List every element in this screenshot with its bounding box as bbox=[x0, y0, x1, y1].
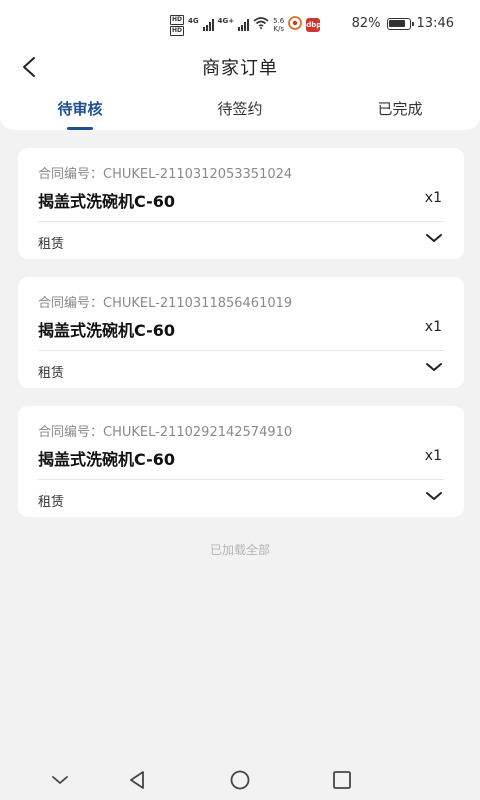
divider bbox=[38, 221, 444, 222]
battery-icon bbox=[386, 17, 414, 30]
contract-label: 合同编号： bbox=[38, 425, 104, 440]
battery-percent: 82% bbox=[351, 16, 381, 31]
expand-button[interactable] bbox=[422, 486, 446, 506]
contract-number: 合同编号：CHUKEL-2110292142574910 bbox=[38, 421, 292, 440]
contract-value: CHUKEL-2110312053351024 bbox=[103, 167, 293, 182]
product-quantity: x1 bbox=[424, 190, 442, 206]
expand-button[interactable] bbox=[422, 357, 446, 377]
order-list: 合同编号：CHUKEL-2110312053351024 揭盖式洗碗机C-60 … bbox=[18, 148, 464, 535]
tab-completed[interactable]: 已完成 bbox=[340, 98, 460, 130]
order-card[interactable]: 合同编号：CHUKEL-2110312053351024 揭盖式洗碗机C-60 … bbox=[18, 148, 464, 259]
chevron-down-icon bbox=[426, 234, 442, 242]
nav-home-button[interactable] bbox=[225, 766, 255, 794]
divider bbox=[38, 350, 444, 351]
wifi-icon bbox=[253, 17, 269, 33]
network-type-label: 4G bbox=[188, 17, 199, 25]
expand-button[interactable] bbox=[422, 228, 446, 248]
tab-label: 待签约 bbox=[217, 100, 263, 118]
cellular-signal-icon bbox=[238, 19, 250, 31]
nav-recents-button[interactable] bbox=[327, 766, 357, 794]
product-name: 揭盖式洗碗机C-60 bbox=[38, 321, 176, 340]
contract-label: 合同编号： bbox=[38, 167, 104, 182]
cellular-signal-icon bbox=[202, 19, 214, 31]
header: 商家订单 待审核 待签约 已完成 bbox=[0, 44, 480, 130]
tab-pending-review[interactable]: 待审核 bbox=[20, 98, 140, 130]
nav-back-button[interactable] bbox=[123, 766, 153, 794]
page-title: 商家订单 bbox=[202, 58, 278, 79]
nav-hide-keyboard-button[interactable] bbox=[45, 766, 75, 794]
order-type: 租赁 bbox=[38, 495, 65, 510]
list-end-text: 已加载全部 bbox=[209, 543, 270, 557]
tab-label: 待审核 bbox=[57, 100, 103, 118]
divider bbox=[38, 479, 444, 480]
signal-group: HD HD 4G 4G+ 5.6 K/s dbp bbox=[170, 14, 321, 36]
notification-app-icon bbox=[288, 16, 303, 34]
product-quantity: x1 bbox=[424, 448, 442, 464]
contract-number: 合同编号：CHUKEL-2110312053351024 bbox=[38, 163, 292, 182]
network-type-label: 4G+ bbox=[217, 17, 235, 25]
square-recents-icon bbox=[333, 771, 351, 789]
product-name: 揭盖式洗碗机C-60 bbox=[38, 450, 176, 469]
chevron-down-icon bbox=[426, 492, 442, 500]
system-nav-bar bbox=[0, 760, 480, 800]
contract-number: 合同编号：CHUKEL-2110311856461019 bbox=[38, 292, 292, 311]
battery-fill bbox=[389, 20, 405, 27]
notification-app-badge: dbp bbox=[306, 18, 321, 32]
chevron-down-icon bbox=[426, 363, 442, 371]
network-speed: 5.6 K/s bbox=[273, 17, 284, 33]
status-bar: HD HD 4G 4G+ 5.6 K/s dbp 82% 13:46 bbox=[0, 0, 480, 44]
product-name: 揭盖式洗碗机C-60 bbox=[38, 192, 176, 211]
tab-label: 已完成 bbox=[377, 100, 423, 118]
tab-pending-signing[interactable]: 待签约 bbox=[180, 98, 300, 130]
circle-home-icon bbox=[230, 770, 250, 790]
product-quantity: x1 bbox=[424, 319, 442, 335]
order-type: 租赁 bbox=[38, 237, 65, 252]
contract-value: CHUKEL-2110292142574910 bbox=[103, 425, 293, 440]
triangle-back-icon bbox=[130, 771, 144, 789]
contract-value: CHUKEL-2110311856461019 bbox=[103, 296, 293, 311]
hd-icon: HD bbox=[170, 25, 185, 36]
status-right: 82% 13:46 bbox=[352, 16, 454, 31]
network-speed-unit: K/s bbox=[273, 25, 284, 33]
network-speed-value: 5.6 bbox=[273, 17, 285, 25]
order-status-tabs: 待审核 待签约 已完成 bbox=[0, 98, 480, 130]
hd-icon: HD bbox=[170, 14, 185, 25]
chevron-down-icon bbox=[52, 776, 68, 784]
hd-indicators: HD HD bbox=[170, 14, 185, 36]
clock: 13:46 bbox=[416, 16, 454, 31]
contract-label: 合同编号： bbox=[38, 296, 104, 311]
order-card[interactable]: 合同编号：CHUKEL-2110292142574910 揭盖式洗碗机C-60 … bbox=[18, 406, 464, 517]
order-type: 租赁 bbox=[38, 366, 65, 381]
order-card[interactable]: 合同编号：CHUKEL-2110311856461019 揭盖式洗碗机C-60 … bbox=[18, 277, 464, 388]
